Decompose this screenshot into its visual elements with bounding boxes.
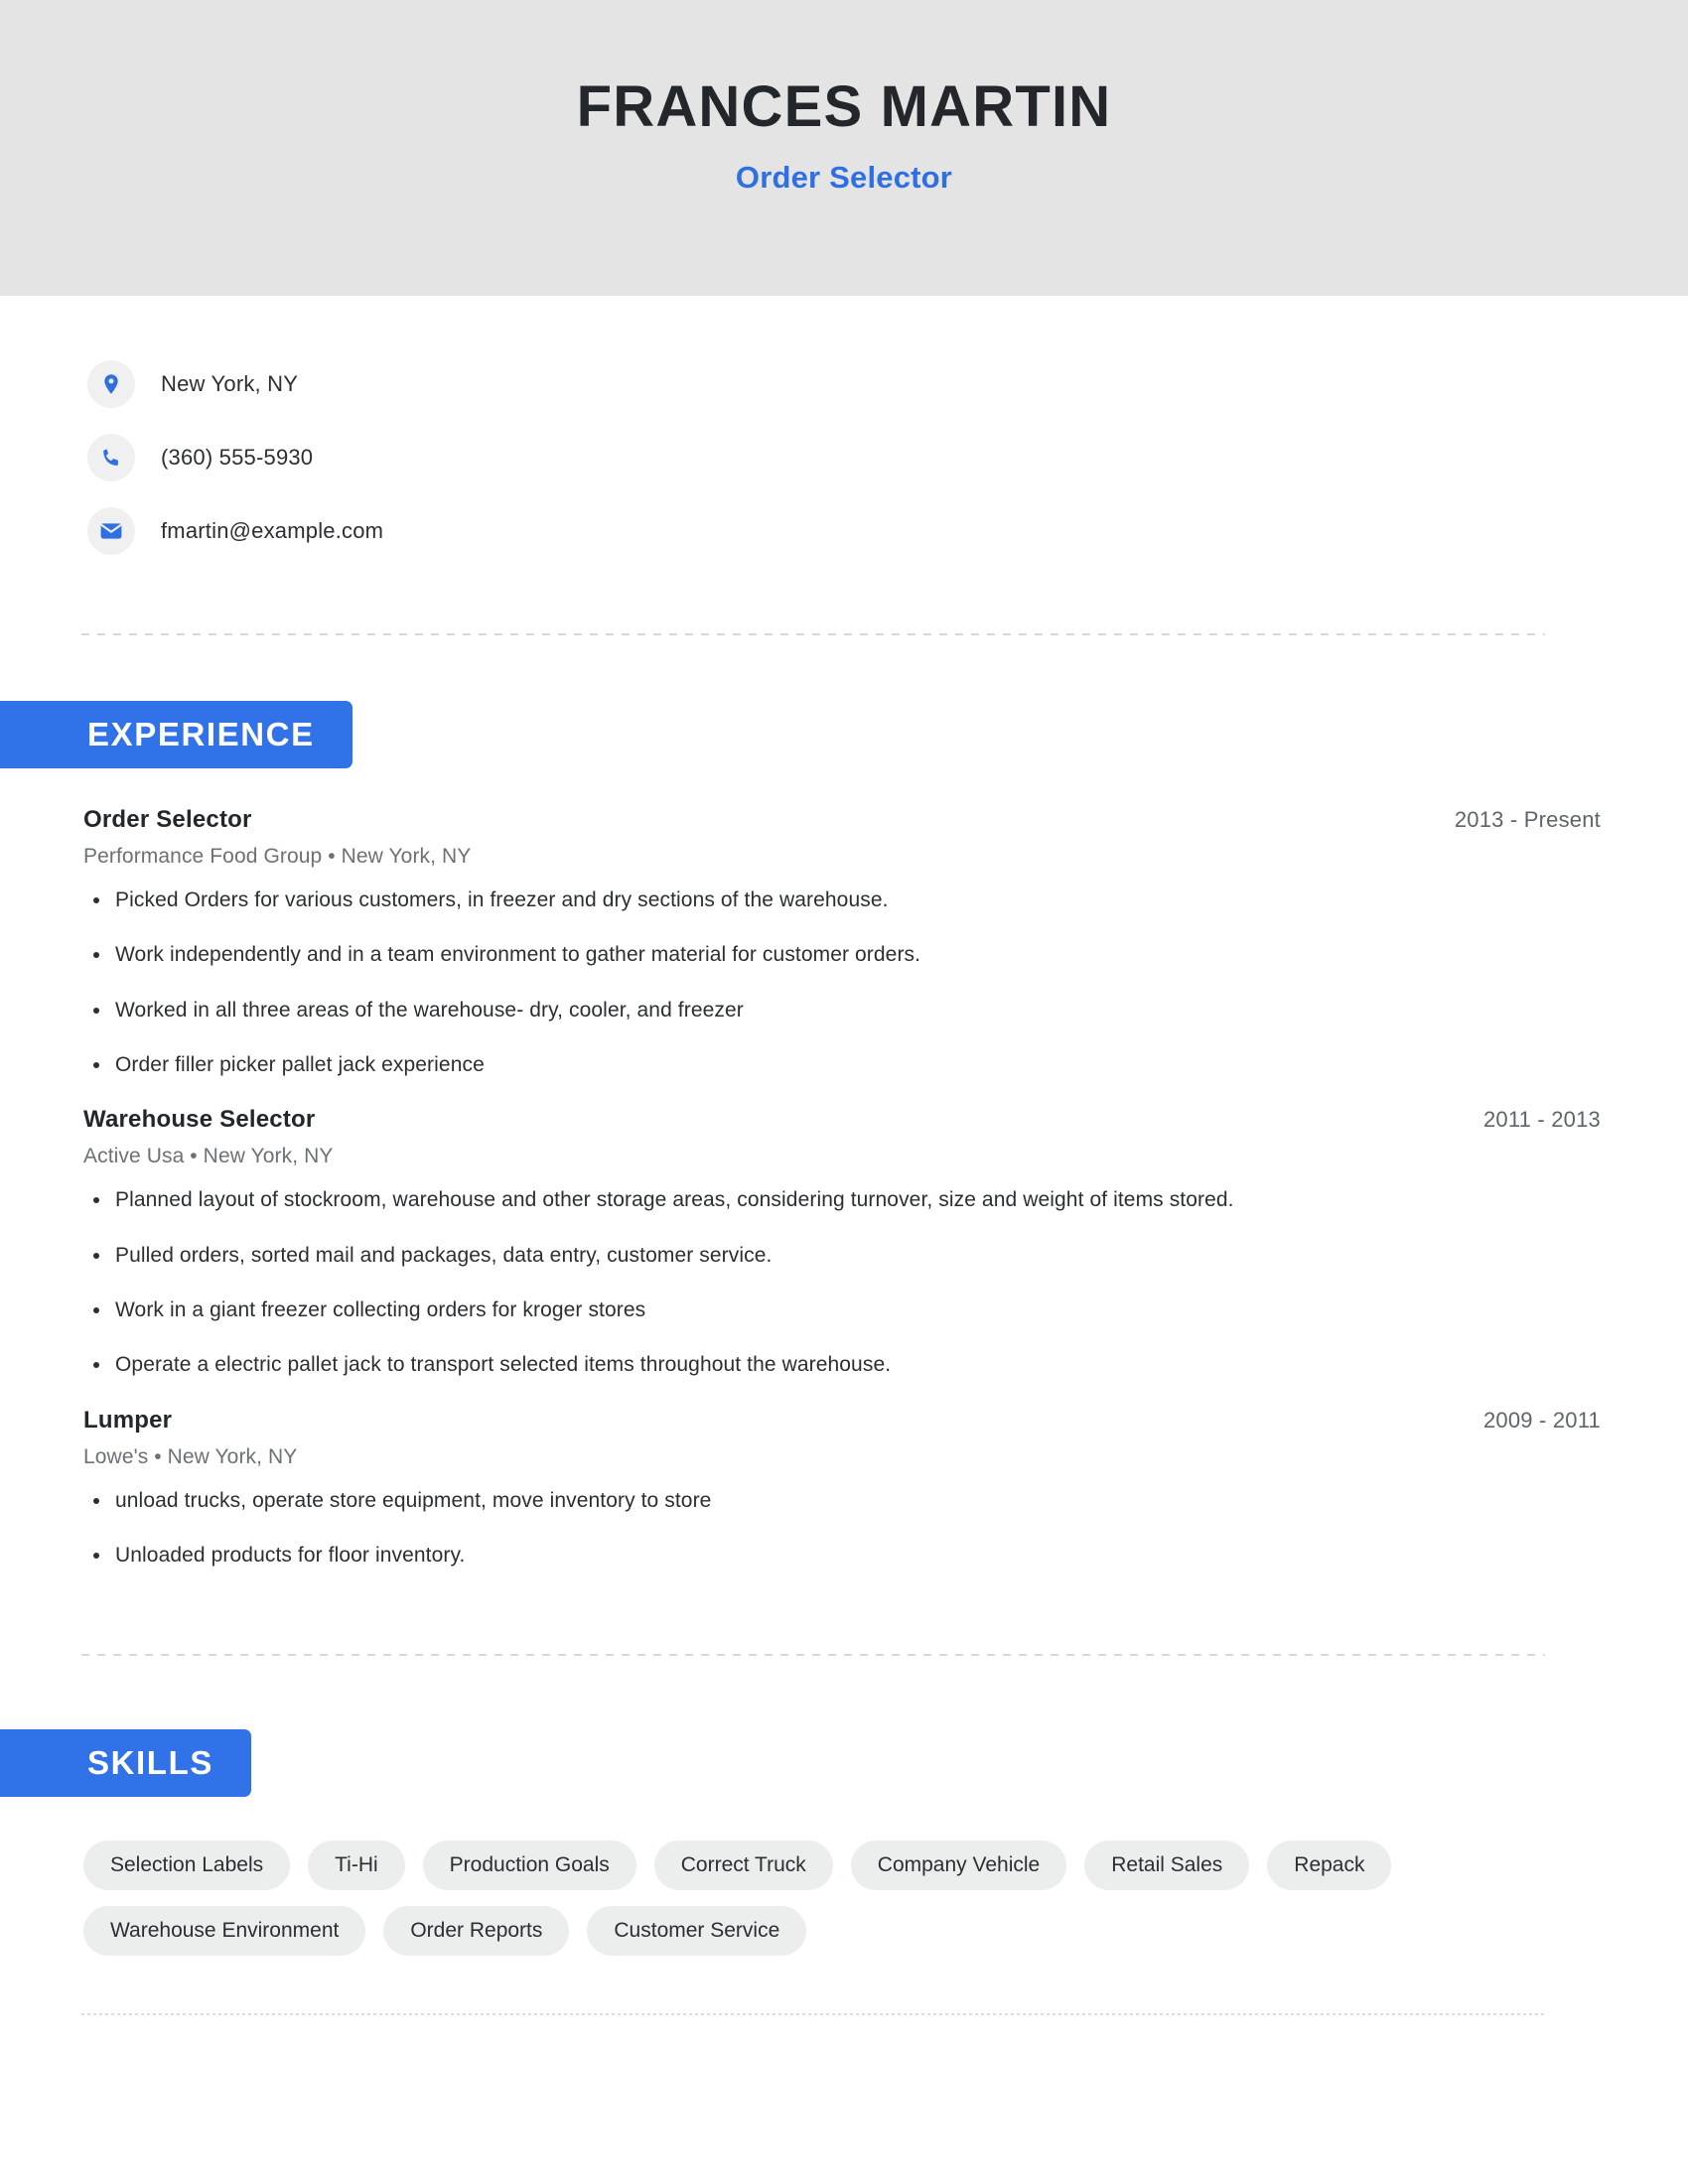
experience-item: Warehouse Selector 2011 - 2013 Active Us… (83, 1106, 1601, 1379)
contact-row-email: fmartin@example.com (87, 494, 1688, 568)
section-skills: SKILLS Selection Labels Ti-Hi Production… (0, 1729, 1688, 1957)
divider-skills (81, 2013, 1545, 2016)
experience-bullet: Work independently and in a team environ… (83, 941, 1601, 969)
experience-item-header: Warehouse Selector 2011 - 2013 (83, 1106, 1601, 1134)
experience-role: Lumper (83, 1406, 173, 1433)
resume-page: FRANCES MARTIN Order Selector New York, … (0, 0, 1688, 2184)
experience-dates: 2009 - 2011 (1482, 1407, 1601, 1433)
contact-block: New York, NY (360) 555-5930 fmartin@exam… (0, 296, 1688, 568)
experience-bullets: Planned layout of stockroom, warehouse a… (83, 1186, 1601, 1379)
experience-bullet: Unloaded products for floor inventory. (83, 1542, 1601, 1570)
skill-tag: Retail Sales (1084, 1841, 1250, 1891)
skill-tag: Production Goals (422, 1841, 636, 1891)
experience-bullet: Order filler picker pallet jack experien… (83, 1051, 1601, 1079)
experience-bullet: Pulled orders, sorted mail and packages,… (83, 1242, 1601, 1270)
resume-header: FRANCES MARTIN Order Selector (0, 0, 1688, 296)
page-title: FRANCES MARTIN (576, 74, 1112, 139)
section-header-experience: EXPERIENCE (0, 701, 352, 768)
skills-list: Selection Labels Ti-Hi Production Goals … (0, 1841, 1620, 1957)
experience-item-header: Order Selector 2013 - Present (83, 806, 1601, 834)
skill-tag: Selection Labels (83, 1841, 291, 1891)
experience-role: Order Selector (83, 806, 252, 833)
section-experience: EXPERIENCE Order Selector 2013 - Present… (0, 701, 1688, 1570)
skill-tag: Correct Truck (653, 1841, 833, 1891)
experience-company-location: Lowe's • New York, NY (83, 1444, 298, 1468)
experience-company-location: Performance Food Group • New York, NY (83, 845, 472, 868)
contact-row-location: New York, NY (87, 347, 1688, 421)
experience-dates: 2013 - Present (1454, 807, 1601, 832)
contact-email-text: fmartin@example.com (161, 518, 384, 543)
skill-tag: Warehouse Environment (83, 1906, 366, 1957)
experience-item: Lumper 2009 - 2011 Lowe's • New York, NY… (83, 1407, 1601, 1570)
contact-row-phone: (360) 555-5930 (87, 421, 1688, 494)
skill-tag: Repack (1267, 1841, 1392, 1891)
experience-dates: 2011 - 2013 (1482, 1107, 1601, 1133)
experience-list: Order Selector 2013 - Present Performanc… (0, 806, 1688, 1570)
contact-location-text: New York, NY (161, 371, 299, 396)
skill-tag: Customer Service (587, 1906, 807, 1957)
section-header-skills: SKILLS (0, 1729, 251, 1798)
experience-bullet: Picked Orders for various customers, in … (83, 887, 1601, 914)
skill-tag: Ti-Hi (308, 1841, 405, 1891)
envelope-icon (87, 507, 135, 555)
experience-bullet: Work in a giant freezer collecting order… (83, 1297, 1601, 1324)
experience-bullets: unload trucks, operate store equipment, … (83, 1487, 1601, 1570)
experience-item-header: Lumper 2009 - 2011 (83, 1407, 1601, 1434)
experience-bullet: Worked in all three areas of the warehou… (83, 997, 1601, 1024)
skill-tag: Company Vehicle (850, 1841, 1067, 1891)
skill-tag: Order Reports (383, 1906, 570, 1957)
experience-bullet: Operate a electric pallet jack to transp… (83, 1351, 1601, 1379)
experience-company-location: Active Usa • New York, NY (83, 1145, 334, 1168)
experience-bullet: unload trucks, operate store equipment, … (83, 1487, 1601, 1515)
phone-icon (87, 434, 135, 481)
location-pin-icon (87, 360, 135, 408)
header-job-title: Order Selector (735, 159, 953, 195)
experience-bullets: Picked Orders for various customers, in … (83, 887, 1601, 1079)
experience-role: Warehouse Selector (83, 1106, 316, 1134)
experience-bullet: Planned layout of stockroom, warehouse a… (83, 1186, 1601, 1214)
experience-item: Order Selector 2013 - Present Performanc… (83, 806, 1601, 1079)
contact-phone-text: (360) 555-5930 (161, 445, 314, 470)
